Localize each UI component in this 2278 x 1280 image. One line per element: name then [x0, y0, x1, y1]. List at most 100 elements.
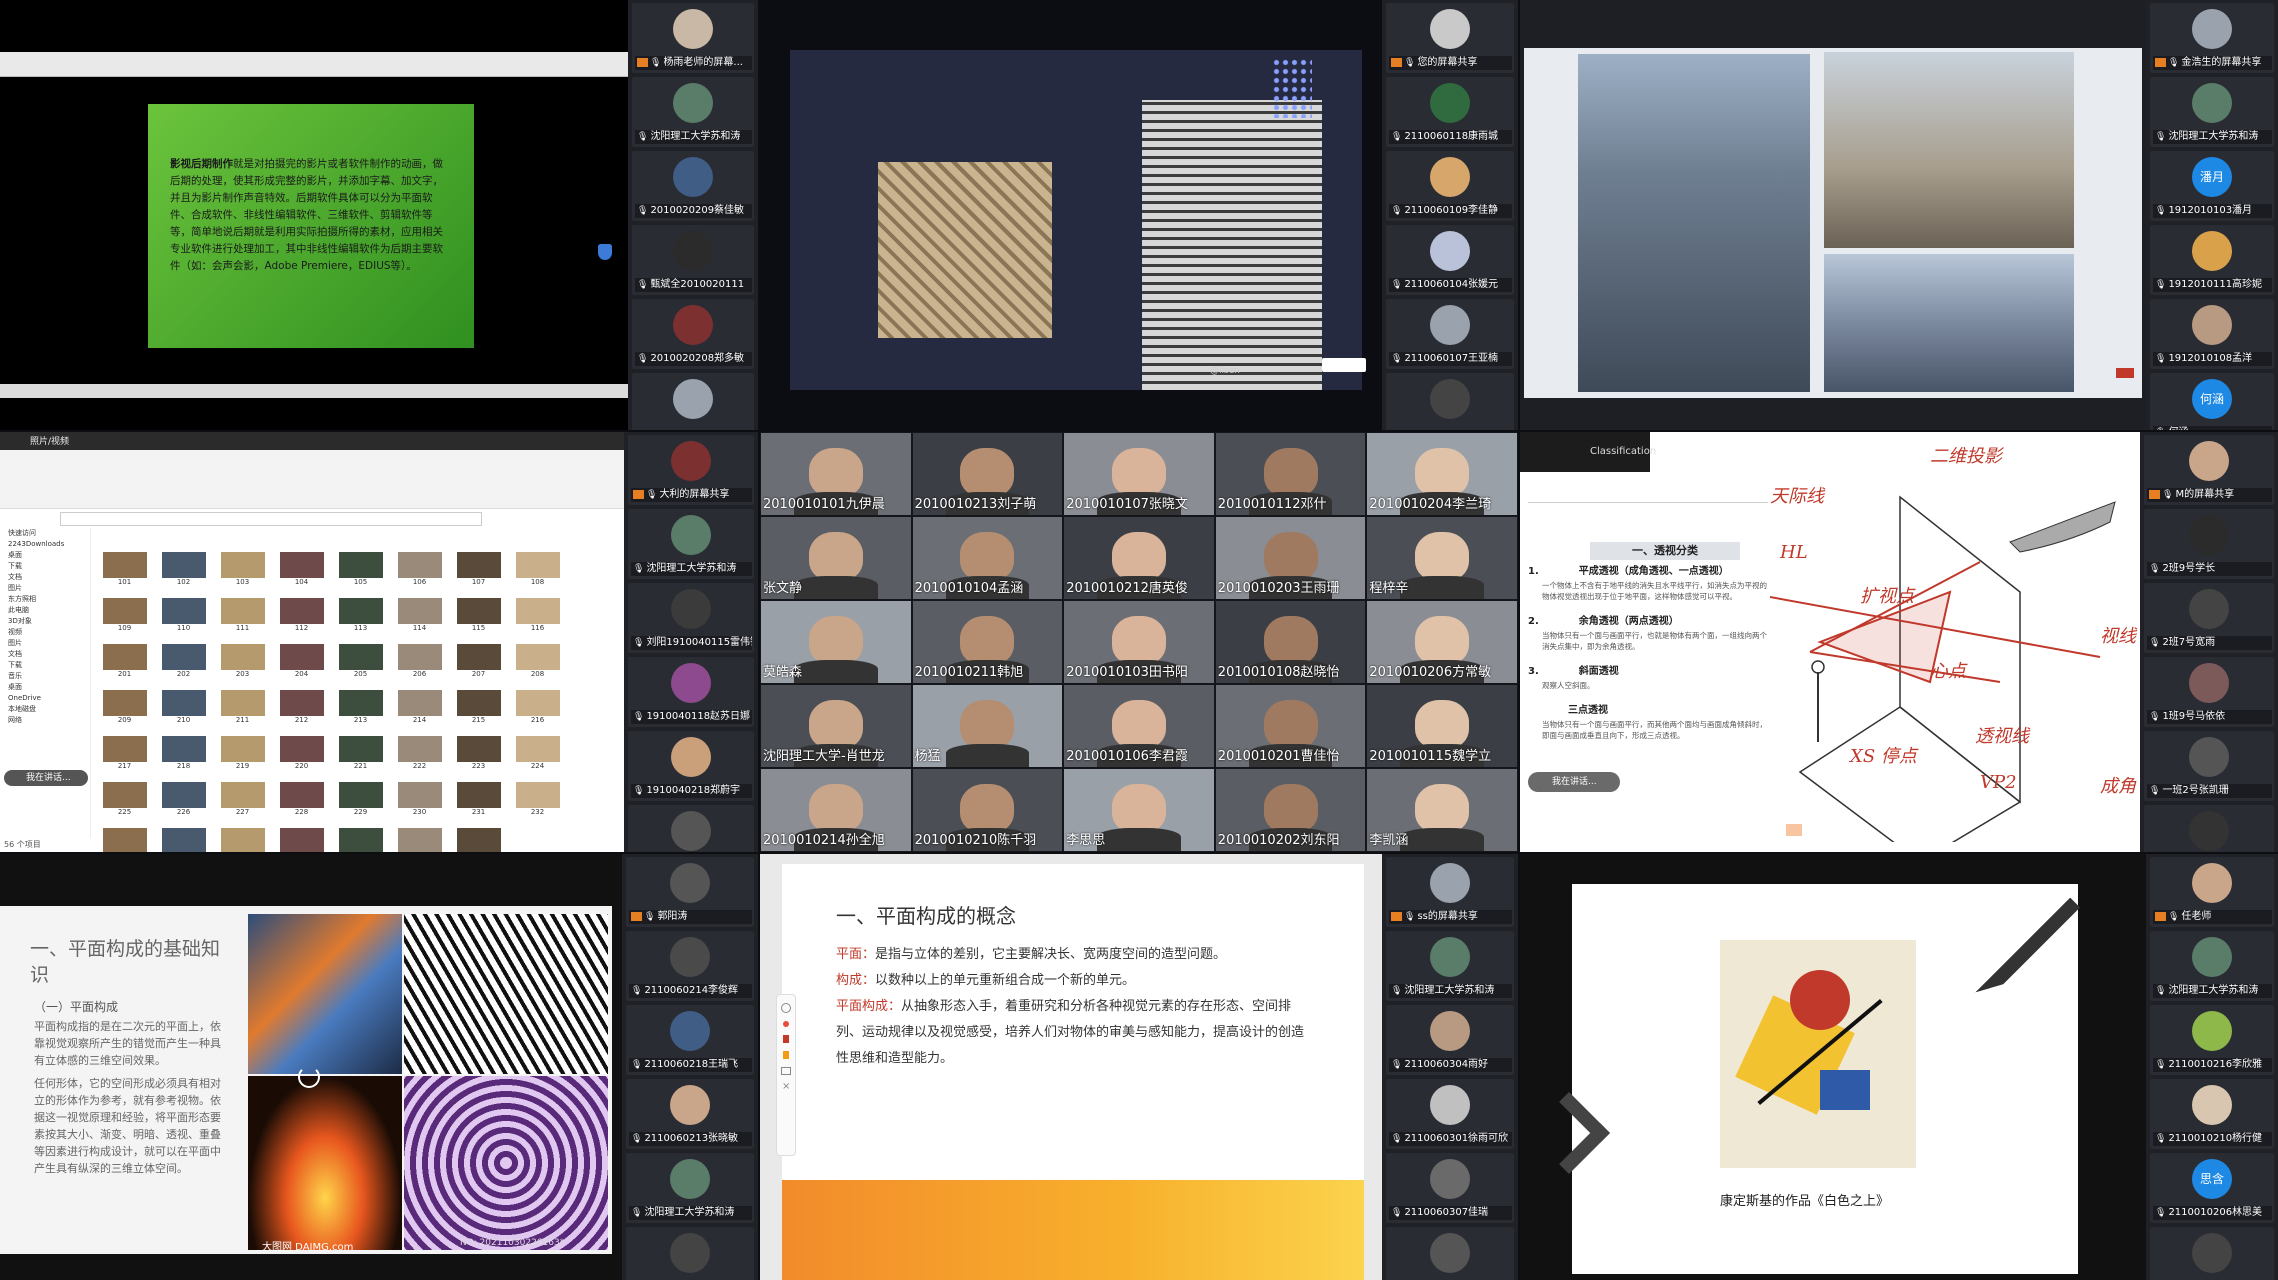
video-tile[interactable]: 2010010204李兰琦: [1367, 433, 1517, 515]
file-thumbnail[interactable]: 225: [96, 782, 153, 824]
file-thumbnail[interactable]: 207: [450, 644, 507, 686]
participant-tile[interactable]: 潘月 🎙 1912010103潘月: [2150, 151, 2274, 221]
address-bar[interactable]: [60, 512, 482, 526]
participant-tile[interactable]: 🎙 2010020208郑多敏: [632, 299, 754, 369]
pen-icon[interactable]: [783, 1021, 789, 1027]
participant-tile[interactable]: [1386, 373, 1514, 430]
nav-item[interactable]: 桌面: [0, 550, 90, 561]
small-control-button[interactable]: [1322, 358, 1366, 372]
file-thumbnail[interactable]: 208: [509, 644, 566, 686]
video-tile[interactable]: 2010010202刘东阳: [1215, 769, 1366, 851]
file-thumbnail[interactable]: 222: [391, 736, 448, 778]
file-thumbnail[interactable]: 215: [450, 690, 507, 732]
file-thumbnail[interactable]: 105: [332, 552, 389, 594]
nav-item[interactable]: 下载: [0, 660, 90, 671]
participant-tile[interactable]: 🎙 2班9号学长: [2144, 509, 2274, 579]
participant-tile[interactable]: [632, 373, 754, 430]
participant-tile[interactable]: 🎙 沈阳理工大学苏和涛: [1386, 931, 1514, 1001]
participant-tile[interactable]: 🎙 2110060213张晓敏: [626, 1079, 754, 1149]
file-thumbnail[interactable]: 201: [96, 644, 153, 686]
participant-tile[interactable]: 思含 🎙 2110010206林思美: [2150, 1153, 2274, 1223]
participant-tile[interactable]: 🎙 刘阳1910040115雷伟锋: [628, 583, 754, 653]
file-thumbnail[interactable]: 204: [273, 644, 330, 686]
eraser-icon[interactable]: [781, 1067, 791, 1075]
file-thumbnail[interactable]: 226: [155, 782, 212, 824]
participant-tile[interactable]: 🎙 沈阳理工大学苏和涛: [2150, 77, 2274, 147]
participant-tile[interactable]: 🎙 2110060109李佳静: [1386, 151, 1514, 221]
participant-tile[interactable]: 🎙 沈阳理工大学苏和涛: [632, 77, 754, 147]
participant-tile[interactable]: 🎙 1910040118赵苏日娜: [628, 657, 754, 727]
video-tile[interactable]: 2010010107张晓文: [1064, 433, 1214, 515]
file-thumbnail[interactable]: 101: [96, 552, 153, 594]
participant-tile[interactable]: 🎙 M的屏幕共享: [2144, 435, 2274, 505]
participant-tile[interactable]: 🎙 2110060214李俊辉: [626, 931, 754, 1001]
participant-tile[interactable]: 🎙 杨雨老师的屏幕...: [632, 3, 754, 73]
video-tile[interactable]: 2010010112邓什: [1215, 433, 1366, 515]
file-thumbnail[interactable]: 213: [332, 690, 389, 732]
file-thumbnail[interactable]: 115: [450, 598, 507, 640]
participant-tile[interactable]: 🎙 2110060218王瑞飞: [626, 1005, 754, 1075]
file-thumbnail[interactable]: 210: [155, 690, 212, 732]
nav-item[interactable]: 图片: [0, 638, 90, 649]
video-tile[interactable]: 2010010206方常敏: [1367, 601, 1517, 683]
file-thumbnail[interactable]: 214: [391, 690, 448, 732]
participant-tile[interactable]: [2144, 805, 2274, 852]
file-thumbnail[interactable]: 227: [214, 782, 271, 824]
file-thumbnail[interactable]: 237: [332, 828, 389, 852]
video-tile[interactable]: 2010010108赵晓怡: [1215, 601, 1366, 683]
file-thumbnail[interactable]: 228: [273, 782, 330, 824]
file-thumbnail[interactable]: 235: [214, 828, 271, 852]
video-tile[interactable]: 2010010213刘子萌: [912, 433, 1063, 515]
participant-tile[interactable]: 🎙 任老师: [2150, 857, 2274, 927]
nav-item[interactable]: 文档: [0, 572, 90, 583]
participant-tile[interactable]: 🎙 2110060118康雨城: [1386, 77, 1514, 147]
video-tile[interactable]: 李凯涵: [1367, 769, 1517, 851]
video-tile[interactable]: 莫皓森: [761, 601, 911, 683]
file-thumbnail[interactable]: 111: [214, 598, 271, 640]
file-thumbnail[interactable]: 223: [450, 736, 507, 778]
participant-tile[interactable]: 🎙 沈阳理工大学苏和涛: [626, 1153, 754, 1223]
file-thumbnail[interactable]: 224: [509, 736, 566, 778]
file-thumbnail[interactable]: 102: [155, 552, 212, 594]
file-thumbnail[interactable]: 205: [332, 644, 389, 686]
file-thumbnail[interactable]: 231: [450, 782, 507, 824]
nav-item[interactable]: 桌面: [0, 682, 90, 693]
video-tile[interactable]: 2010010104孟涵: [912, 517, 1063, 599]
video-tile[interactable]: 2010010212唐英俊: [1064, 517, 1214, 599]
participant-tile[interactable]: 🎙 1912010108孟洋: [2150, 299, 2274, 369]
marker-icon[interactable]: [783, 1051, 789, 1059]
file-thumbnail[interactable]: 211: [214, 690, 271, 732]
file-thumbnail[interactable]: 233: [96, 828, 153, 852]
explorer-tab[interactable]: 照片/视频: [30, 434, 69, 447]
video-tile[interactable]: 沈阳理工大学-肖世龙: [761, 685, 911, 767]
nav-item[interactable]: 文档: [0, 649, 90, 660]
file-thumbnail[interactable]: 107: [450, 552, 507, 594]
participant-tile[interactable]: 🎙 2010020209蔡佳敏: [632, 151, 754, 221]
nav-item[interactable]: 图片: [0, 583, 90, 594]
file-thumbnail[interactable]: 106: [391, 552, 448, 594]
participant-tile[interactable]: 🎙 2110060301徐雨可欣: [1386, 1079, 1514, 1149]
video-tile[interactable]: 程梓辛: [1367, 517, 1517, 599]
nav-item[interactable]: 本地磁盘: [0, 704, 90, 715]
file-thumbnail[interactable]: 234: [155, 828, 212, 852]
participant-tile[interactable]: [626, 1227, 754, 1280]
file-thumbnail[interactable]: 221: [332, 736, 389, 778]
video-tile[interactable]: 2010010103田书阳: [1064, 601, 1214, 683]
file-thumbnail[interactable]: 112: [273, 598, 330, 640]
file-thumbnail[interactable]: 236: [273, 828, 330, 852]
participant-tile[interactable]: 🎙 大利的屏幕共享: [628, 435, 754, 505]
file-thumbnail[interactable]: 116: [509, 598, 566, 640]
file-thumbnail[interactable]: 113: [332, 598, 389, 640]
file-thumbnail[interactable]: 232: [509, 782, 566, 824]
video-tile[interactable]: 2010010115魏学立: [1367, 685, 1517, 767]
file-thumbnail[interactable]: 109: [96, 598, 153, 640]
file-thumbnail[interactable]: 206: [391, 644, 448, 686]
file-thumbnail[interactable]: 219: [214, 736, 271, 778]
nav-item[interactable]: 东方照相: [0, 594, 90, 605]
participant-tile[interactable]: 何涵🎙何涵: [2150, 373, 2274, 430]
participant-tile[interactable]: 🎙 1910040218郑蔚宇: [628, 731, 754, 801]
file-thumbnail[interactable]: 229-1: [391, 828, 448, 852]
participant-tile[interactable]: 🎙 2110060104张媛元: [1386, 225, 1514, 295]
participant-tile[interactable]: 🎙 金浩生的屏幕共享: [2150, 3, 2274, 73]
nav-item[interactable]: 网络: [0, 715, 90, 726]
